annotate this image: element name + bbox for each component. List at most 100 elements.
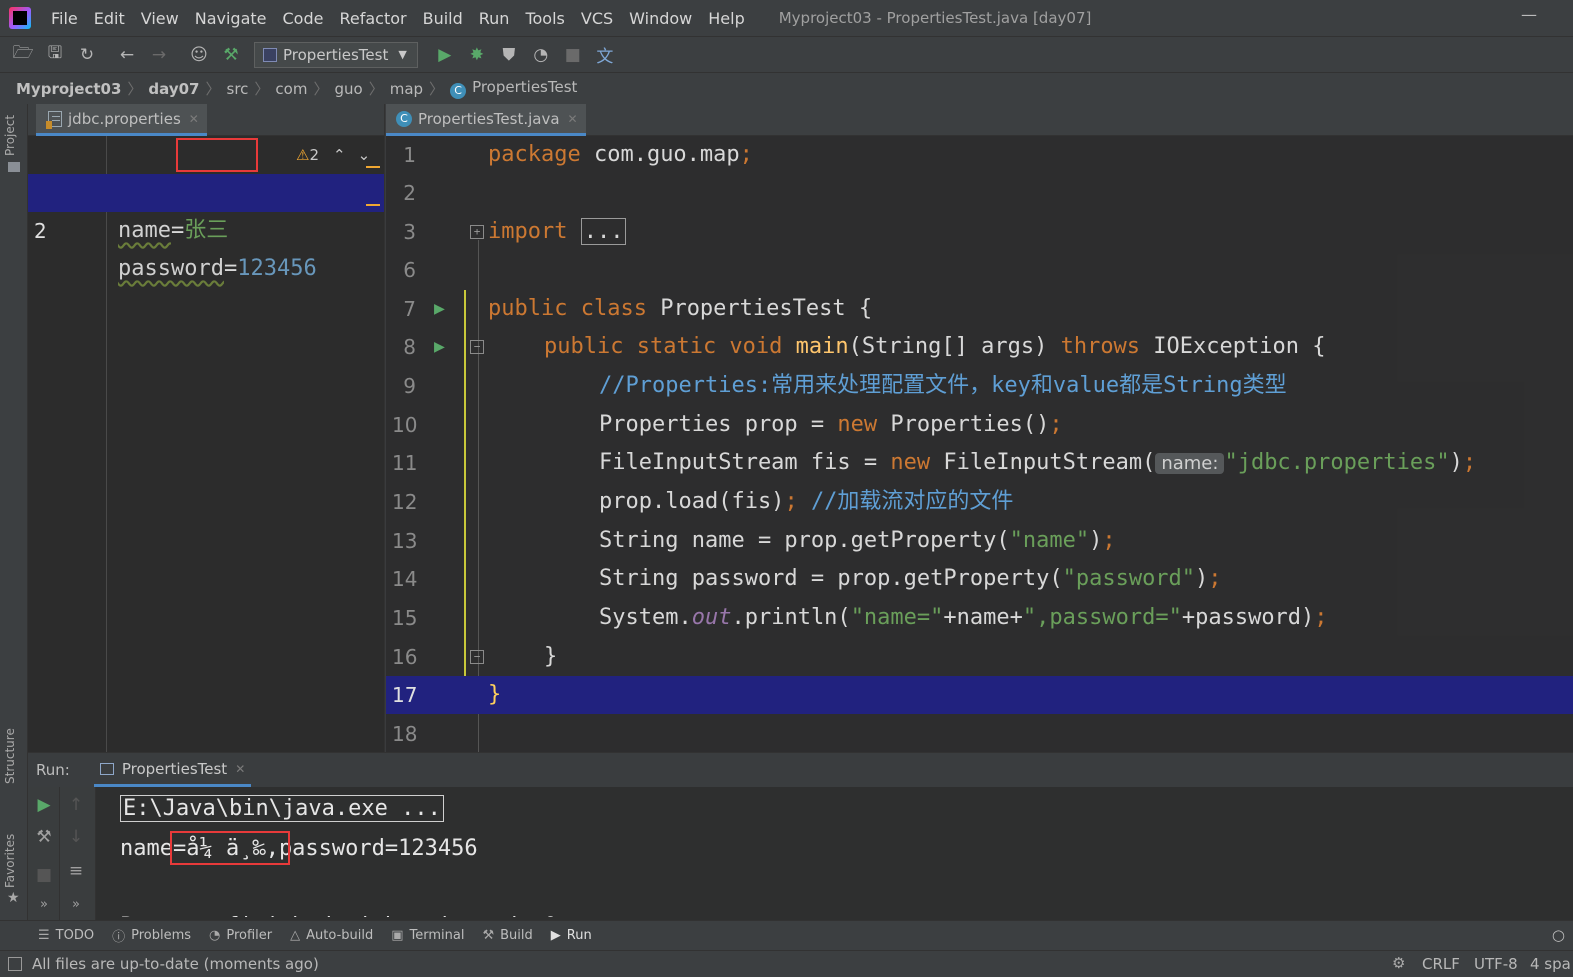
open-folder-icon[interactable]: 🗁 bbox=[10, 42, 36, 68]
warnings-indicator[interactable]: ⚠2 ⌃ ⌄ bbox=[296, 136, 370, 174]
status-message: All files are up-to-date (moments ago) bbox=[32, 955, 319, 973]
minimize-icon[interactable]: — bbox=[1521, 7, 1537, 23]
menu-edit[interactable]: Edit bbox=[86, 9, 133, 28]
soft-wrap-icon[interactable]: ≡ bbox=[60, 861, 92, 881]
chevron-up-icon[interactable]: ⌃ bbox=[333, 146, 346, 164]
status-bar: All files are up-to-date (moments ago) ⚙… bbox=[0, 950, 1573, 977]
profile-icon[interactable]: ◔ bbox=[528, 42, 554, 68]
menu-window[interactable]: Window bbox=[621, 9, 700, 28]
project-tool-tab[interactable]: Project bbox=[3, 115, 17, 156]
translate-icon[interactable]: 文 bbox=[592, 42, 618, 68]
settings-wrench-icon[interactable]: ⚒ bbox=[28, 827, 60, 847]
fold-collapse-icon[interactable]: − bbox=[470, 340, 484, 354]
build-tool-button[interactable]: ⚒ Build bbox=[482, 928, 532, 943]
arrow-down-icon[interactable]: ↓ bbox=[60, 827, 92, 847]
run-tool-button[interactable]: ▶ Run bbox=[551, 928, 592, 943]
line-number: 18 bbox=[392, 722, 418, 746]
rerun-icon[interactable]: ▶ bbox=[28, 795, 60, 815]
back-icon[interactable]: ← bbox=[114, 42, 140, 68]
tab-jdbc-properties[interactable]: jdbc.properties ✕ bbox=[36, 104, 207, 136]
panel-toggle-icon[interactable] bbox=[8, 957, 22, 971]
line-number: 7 bbox=[403, 297, 416, 321]
breadcrumb-src[interactable]: src bbox=[227, 80, 249, 98]
code-token: package bbox=[488, 142, 581, 167]
menu-file[interactable]: File bbox=[43, 9, 86, 28]
auto-build-tool-button[interactable]: △ Auto-build bbox=[290, 928, 373, 943]
stop-icon[interactable]: ■ bbox=[560, 42, 586, 68]
fold-expand-icon[interactable]: + bbox=[470, 225, 484, 239]
code-string: ",password=" bbox=[1022, 605, 1182, 630]
close-icon[interactable]: ✕ bbox=[568, 112, 578, 126]
menu-navigate[interactable]: Navigate bbox=[187, 9, 275, 28]
menu-run[interactable]: Run bbox=[471, 9, 518, 28]
folder-icon bbox=[8, 162, 20, 172]
breadcrumb-project[interactable]: Myproject03 bbox=[16, 80, 121, 98]
close-icon[interactable]: ✕ bbox=[235, 762, 245, 776]
code-token: com.guo.map bbox=[580, 142, 740, 167]
stop-icon[interactable]: ■ bbox=[28, 865, 60, 885]
code-token: Properties() bbox=[877, 412, 1050, 437]
run-tab[interactable]: PropertiesTest ✕ bbox=[93, 753, 252, 787]
forward-icon[interactable]: → bbox=[146, 42, 172, 68]
terminal-icon: ▣ bbox=[391, 928, 404, 943]
terminal-tool-button[interactable]: ▣ Terminal bbox=[391, 928, 464, 943]
line-separator[interactable]: CRLF bbox=[1422, 955, 1460, 973]
breadcrumb-class[interactable]: C PropertiesTest bbox=[450, 78, 577, 99]
line-number: 16 bbox=[392, 645, 418, 669]
menu-help[interactable]: Help bbox=[700, 9, 752, 28]
coverage-icon[interactable]: ⛊ bbox=[496, 42, 522, 68]
profiler-tool-button[interactable]: ◔ Profiler bbox=[209, 928, 272, 943]
tab-properties-test-java[interactable]: C PropertiesTest.java ✕ bbox=[386, 104, 586, 136]
menu-view[interactable]: View bbox=[133, 9, 187, 28]
debug-icon[interactable]: ✸ bbox=[464, 42, 490, 68]
todo-tool-button[interactable]: ☰ TODO bbox=[38, 928, 94, 943]
structure-tool-tab[interactable]: Structure bbox=[3, 728, 17, 784]
menu-code[interactable]: Code bbox=[275, 9, 332, 28]
console-command[interactable]: E:\Java\bin\java.exe ... bbox=[120, 795, 444, 822]
class-icon: C bbox=[450, 83, 467, 99]
run-icon[interactable]: ▶ bbox=[432, 42, 458, 68]
more-icon[interactable]: » bbox=[60, 897, 92, 912]
folded-imports[interactable]: ... bbox=[580, 218, 627, 245]
warning-marker bbox=[366, 204, 380, 206]
menu-vcs[interactable]: VCS bbox=[573, 9, 621, 28]
menu-bar: File Edit View Navigate Code Refactor Bu… bbox=[0, 0, 1573, 36]
line-number: 14 bbox=[392, 567, 418, 591]
breadcrumb-map[interactable]: map bbox=[390, 80, 423, 98]
file-encoding[interactable]: UTF-8 bbox=[1474, 955, 1518, 973]
run-gutter-icon[interactable]: ▶ bbox=[434, 328, 445, 366]
properties-editor[interactable]: jdbc.properties ✕ 1 name=张三 ⚠2⌃⌄ 2 passw… bbox=[28, 104, 385, 752]
indent-setting[interactable]: 4 spa bbox=[1530, 955, 1571, 973]
parameter-hint: name: bbox=[1155, 453, 1225, 474]
code-token: public static void bbox=[544, 334, 783, 359]
code-string: "jdbc.properties" bbox=[1224, 450, 1450, 475]
breadcrumb-guo[interactable]: guo bbox=[334, 80, 362, 98]
close-icon[interactable]: ✕ bbox=[189, 112, 199, 126]
favorites-tool-tab[interactable]: Favorites bbox=[3, 834, 17, 888]
git-icon[interactable]: ⚙ bbox=[1392, 954, 1405, 972]
code-token: ) bbox=[1089, 528, 1103, 553]
menu-tools[interactable]: Tools bbox=[517, 9, 572, 28]
code-token: main bbox=[782, 334, 849, 359]
save-icon[interactable]: 🖫 bbox=[42, 42, 68, 68]
java-editor[interactable]: C PropertiesTest.java ✕ 1 package com.guo… bbox=[386, 104, 1573, 752]
problems-tool-button[interactable]: ⓘ Problems bbox=[112, 926, 191, 945]
breadcrumb-com[interactable]: com bbox=[275, 80, 307, 98]
chevron-down-icon[interactable]: ⌄ bbox=[358, 146, 371, 164]
run-label: Run: bbox=[36, 761, 70, 779]
user-icon[interactable]: ☺ bbox=[186, 42, 212, 68]
event-log-icon[interactable]: ○ bbox=[1552, 926, 1565, 944]
more-icon[interactable]: » bbox=[28, 897, 60, 912]
breadcrumb-module[interactable]: day07 bbox=[148, 80, 199, 98]
menu-refactor[interactable]: Refactor bbox=[331, 9, 414, 28]
fold-end-icon[interactable]: − bbox=[470, 650, 484, 664]
sync-icon[interactable]: ↻ bbox=[74, 42, 100, 68]
warning-marker bbox=[366, 166, 380, 168]
run-configuration-select[interactable]: PropertiesTest ▼ bbox=[254, 41, 418, 68]
build-hammer-icon[interactable]: ⚒ bbox=[218, 42, 244, 68]
run-gutter-icon[interactable]: ▶ bbox=[434, 290, 445, 328]
arrow-up-icon[interactable]: ↑ bbox=[60, 795, 92, 815]
properties-file-icon bbox=[46, 110, 62, 129]
menu-build[interactable]: Build bbox=[415, 9, 471, 28]
code-token: ; bbox=[1462, 450, 1477, 475]
